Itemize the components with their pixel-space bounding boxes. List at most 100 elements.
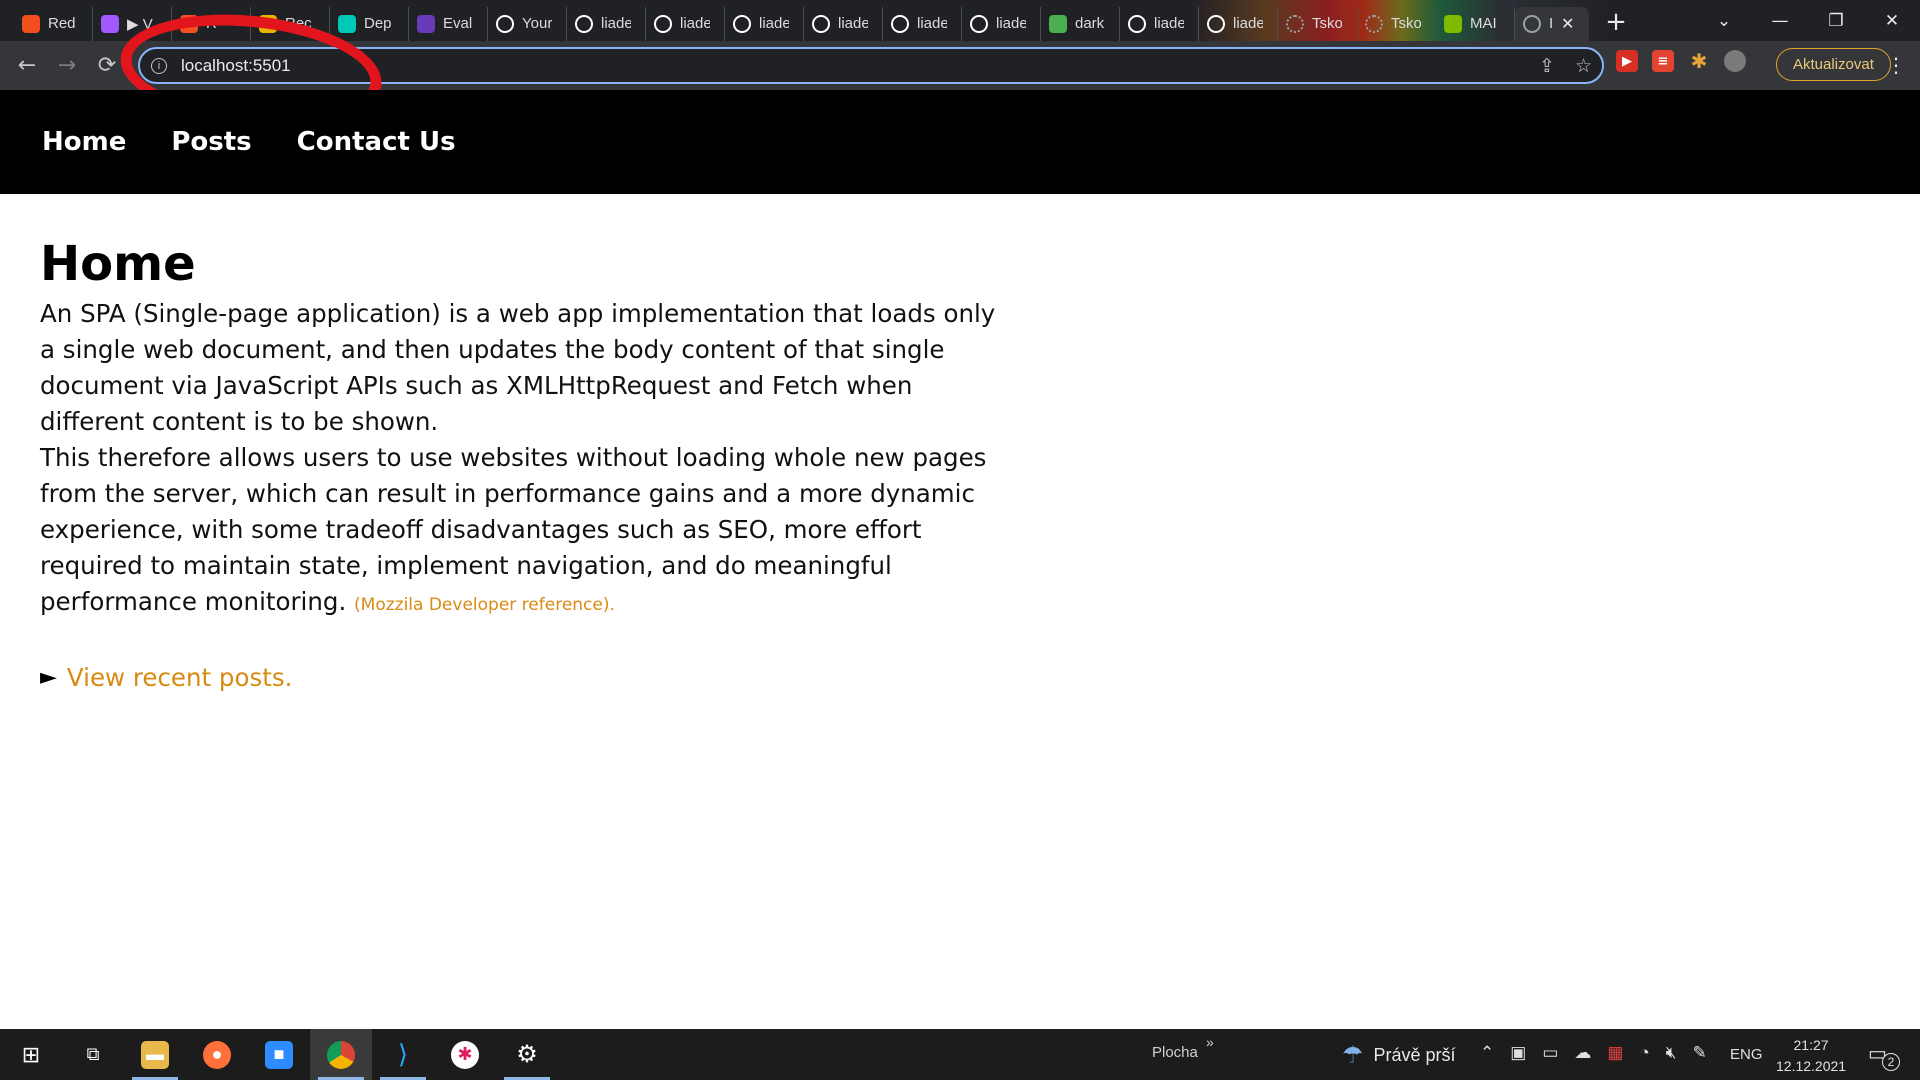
desktop-toolbar-expand-icon[interactable]: » [1206,1034,1214,1050]
puzzle-extensions-icon[interactable]: ✱ [1688,49,1710,73]
desktop-toolbar-label[interactable]: Plocha [1152,1044,1198,1061]
globe-icon [1523,14,1541,33]
taskbar-chrome[interactable] [310,1029,372,1080]
tab-title: liade [1233,15,1263,32]
form-icon [417,14,435,33]
recent-posts-link[interactable]: View recent posts. [67,663,292,692]
update-button[interactable]: Aktualizovat [1776,48,1891,81]
extensions-area: ▶ ≡ ✱ [1616,49,1746,73]
profile-avatar[interactable] [1724,50,1746,72]
browser-tab[interactable]: liade [725,6,804,41]
tab-title: ▶ V [127,15,153,33]
browser-tab[interactable]: liade [1120,6,1199,41]
taskbar-file-explorer[interactable]: ▬ [124,1029,186,1080]
browser-tab[interactable]: ▶ V [93,6,172,41]
browser-tab[interactable]: MAI [1436,6,1515,41]
pen-icon[interactable]: ✎ [1692,1043,1706,1063]
notification-center-button[interactable]: ▭ 2 [1868,1041,1900,1071]
taskbar-settings[interactable]: ⚙ [496,1029,558,1080]
folder-icon: ▬ [141,1040,169,1069]
browser-tab[interactable]: Red [14,6,93,41]
browser-tab[interactable]: liade [1199,6,1278,41]
browser-tab[interactable]: liade [567,6,646,41]
back-button[interactable]: ← [7,46,47,86]
figma-icon [101,14,119,33]
taskbar-firefox[interactable]: ● [186,1029,248,1080]
browser-tab[interactable]: liade [646,6,725,41]
browser-tab[interactable]: Your [488,6,567,41]
browser-tab-active[interactable]: I ✕ [1515,6,1589,41]
task-view-button[interactable]: ⧉ [62,1029,124,1080]
tab-title: liade [996,15,1026,32]
taskbar-vscode[interactable]: ⟩ [372,1029,434,1080]
nav-link-contact[interactable]: Contact Us [297,127,456,157]
url-input[interactable] [181,55,481,76]
tab-title: liade [759,15,789,32]
nav-link-home[interactable]: Home [42,127,126,157]
github-icon [812,14,830,33]
minimize-button[interactable]: — [1752,0,1808,41]
bookmark-star-icon[interactable]: ☆ [1575,55,1592,77]
intro-paragraph: An SPA (Single-page application) is a we… [40,299,996,436]
battery-icon[interactable]: ▭ [1542,1043,1558,1063]
language-indicator[interactable]: ENG [1730,1046,1763,1063]
github-icon [1207,14,1225,33]
taskbar: ⊞ ⧉ ▬ ● ■ ⟩ ✱ ⚙ Plocha » ☂ Právě prší ⌃ … [0,1029,1920,1080]
clock[interactable]: 21:27 12.12.2021 [1776,1035,1846,1077]
system-tray: ⌃ ▣ ▭ ☁ ▦ ◔ 🔇︎ ✎ [1480,1043,1707,1063]
todoist-extension-icon[interactable]: ≡ [1652,50,1674,72]
volume-muted-icon[interactable]: 🔇︎ [1666,1043,1677,1063]
browser-tab[interactable]: liade [962,6,1041,41]
restore-button[interactable]: ❐ [1808,0,1864,41]
browser-tab[interactable]: liade [804,6,883,41]
forward-button[interactable]: → [47,46,87,86]
browser-tab[interactable]: Dep [330,6,409,41]
omnibox-actions: ⇪ ☆ [1539,55,1592,77]
new-tab-button[interactable]: + [1599,5,1633,39]
site-info-icon[interactable]: i [151,57,167,74]
tab-search-icon[interactable]: ⌄ [1696,0,1752,41]
network-icon[interactable]: ◔ [1639,1043,1649,1063]
gear-icon: ⚙ [516,1041,538,1068]
browser-toolbar: ← → ⟳ i ⇪ ☆ ▶ ≡ ✱ Aktualizovat ⋮ [0,41,1920,90]
tab-title: Eval [443,15,473,32]
nav-link-posts[interactable]: Posts [171,127,251,157]
reference-link[interactable]: (Mozzila Developer reference). [354,595,615,615]
video-extension-icon[interactable]: ▶ [1616,50,1638,72]
tab-title: Rec [285,15,312,32]
browser-tab[interactable]: liade [883,6,962,41]
tab-title: R [206,15,217,32]
chrome-store-icon [1049,14,1067,33]
security-warning-icon[interactable]: ▦ [1607,1043,1623,1063]
close-tab-icon[interactable]: ✕ [1561,14,1574,34]
onedrive-icon[interactable]: ☁ [1574,1043,1591,1063]
start-button[interactable]: ⊞ [0,1029,62,1080]
browser-tab[interactable]: Rec [251,6,330,41]
weather-widget[interactable]: ☂ Právě prší [1342,1041,1456,1070]
browser-tab[interactable]: R [172,6,251,41]
browser-tab[interactable]: dark [1041,6,1120,41]
github-icon [891,14,909,33]
browser-tab[interactable]: Eval [409,6,488,41]
tab-title: liade [1154,15,1184,32]
github-icon [733,14,751,33]
zoom-icon: ■ [265,1040,293,1069]
tab-title: liade [601,15,631,32]
main-content: Home An SPA (Single-page application) is… [40,236,1000,692]
tab-list: Red ▶ V R Rec Dep Eval Your liade liade liade liad… [0,0,1633,41]
meet-icon[interactable]: ▣ [1510,1043,1526,1063]
slack-icon: ✱ [451,1040,479,1069]
loading-icon [1365,14,1383,33]
browser-tab[interactable]: Tsko [1278,6,1357,41]
close-window-button[interactable]: ✕ [1864,0,1920,41]
browser-tab[interactable]: Tsko [1357,6,1436,41]
share-icon[interactable]: ⇪ [1539,55,1555,77]
tab-title: liade [917,15,947,32]
menu-kebab-icon[interactable]: ⋮ [1886,53,1906,77]
address-bar[interactable]: i ⇪ ☆ [138,47,1604,84]
taskbar-zoom[interactable]: ■ [248,1029,310,1080]
reload-button[interactable]: ⟳ [87,46,127,86]
show-hidden-icons-icon[interactable]: ⌃ [1480,1043,1494,1063]
taskbar-slack[interactable]: ✱ [434,1029,496,1080]
recent-posts-disclosure[interactable]: ► View recent posts. [40,663,1000,692]
